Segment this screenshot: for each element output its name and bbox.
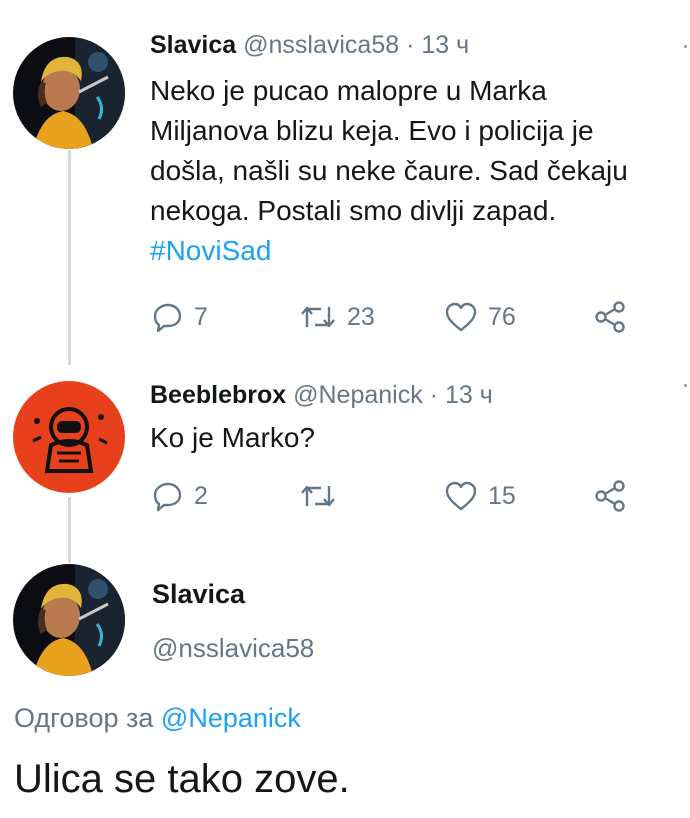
tweet-1-header: Slavica @nsslavica58 · 13 ч [150, 31, 469, 60]
reply-to-line: Одговор за @Nepanick [14, 703, 301, 734]
main-tweet-text: Ulica se tako zove. [14, 757, 350, 801]
tweet-2-header: Beeblebrox @Nepanick · 13 ч [150, 381, 493, 410]
separator-dot: · [429, 381, 439, 409]
thread-line-1 [68, 150, 71, 365]
main-tweet-handle[interactable]: @nsslavica58 [152, 633, 314, 664]
tweet-1-actions: 7 23 76 [152, 297, 642, 337]
hashtag-link[interactable]: #NoviSad [150, 231, 670, 271]
reply-mention-link[interactable]: @Nepanick [161, 703, 301, 733]
tweet-1-text: Neko je pucao malopre u Marka Miljanova … [150, 71, 670, 271]
tweet-1-name[interactable]: Slavica [150, 31, 236, 59]
tweet-1-handle[interactable]: @nsslavica58 [243, 31, 399, 59]
share-icon [593, 300, 627, 334]
more-icon[interactable] [684, 45, 687, 48]
reply-button[interactable]: 7 [152, 297, 208, 337]
tweet-1-time[interactable]: 13 ч [421, 31, 469, 59]
more-icon[interactable] [684, 384, 687, 387]
avatar-slavica-main[interactable] [13, 564, 125, 676]
like-icon [444, 480, 478, 512]
tweet-2-actions: 2 15 [152, 476, 642, 516]
share-button[interactable] [593, 476, 627, 516]
avatar-beeblebrox[interactable] [13, 381, 125, 493]
main-tweet-name[interactable]: Slavica [152, 579, 245, 610]
reply-count: 2 [194, 481, 208, 510]
reply-icon [152, 480, 184, 512]
like-icon [444, 301, 478, 333]
retweet-button[interactable]: 23 [299, 297, 375, 337]
retweet-count: 23 [347, 302, 375, 331]
tweet-2-text: Ko je Marko? [150, 418, 670, 458]
tweet-2-name[interactable]: Beeblebrox [150, 381, 286, 409]
retweet-icon [299, 301, 337, 333]
reply-count: 7 [194, 302, 208, 331]
share-button[interactable] [593, 297, 627, 337]
tweet-1-line: nekoga. Postali smo divlji zapad. [150, 195, 557, 226]
retweet-icon [299, 480, 337, 512]
reply-icon [152, 301, 184, 333]
tweet-2-handle[interactable]: @Nepanick [293, 381, 423, 409]
like-count: 15 [488, 481, 516, 510]
separator-dot: · [406, 31, 415, 59]
tweet-2-line: Ko je Marko? [150, 422, 315, 453]
tweet-2-time[interactable]: 13 ч [445, 381, 493, 409]
tweet-1-line: došla, našli su neke čaure. Sad čekaju [150, 155, 628, 186]
share-icon [593, 479, 627, 513]
like-count: 76 [488, 302, 516, 331]
reply-button[interactable]: 2 [152, 476, 208, 516]
tweet-1-line: Miljanova blizu keja. Evo i policija je [150, 115, 594, 146]
avatar-slavica[interactable] [13, 37, 125, 149]
like-button[interactable]: 15 [444, 476, 516, 516]
thread-line-2 [68, 497, 71, 563]
reply-to-prefix: Одговор за [14, 703, 154, 733]
tweet-1-line: Neko je pucao malopre u Marka [150, 75, 547, 106]
retweet-button[interactable] [299, 476, 347, 516]
like-button[interactable]: 76 [444, 297, 516, 337]
